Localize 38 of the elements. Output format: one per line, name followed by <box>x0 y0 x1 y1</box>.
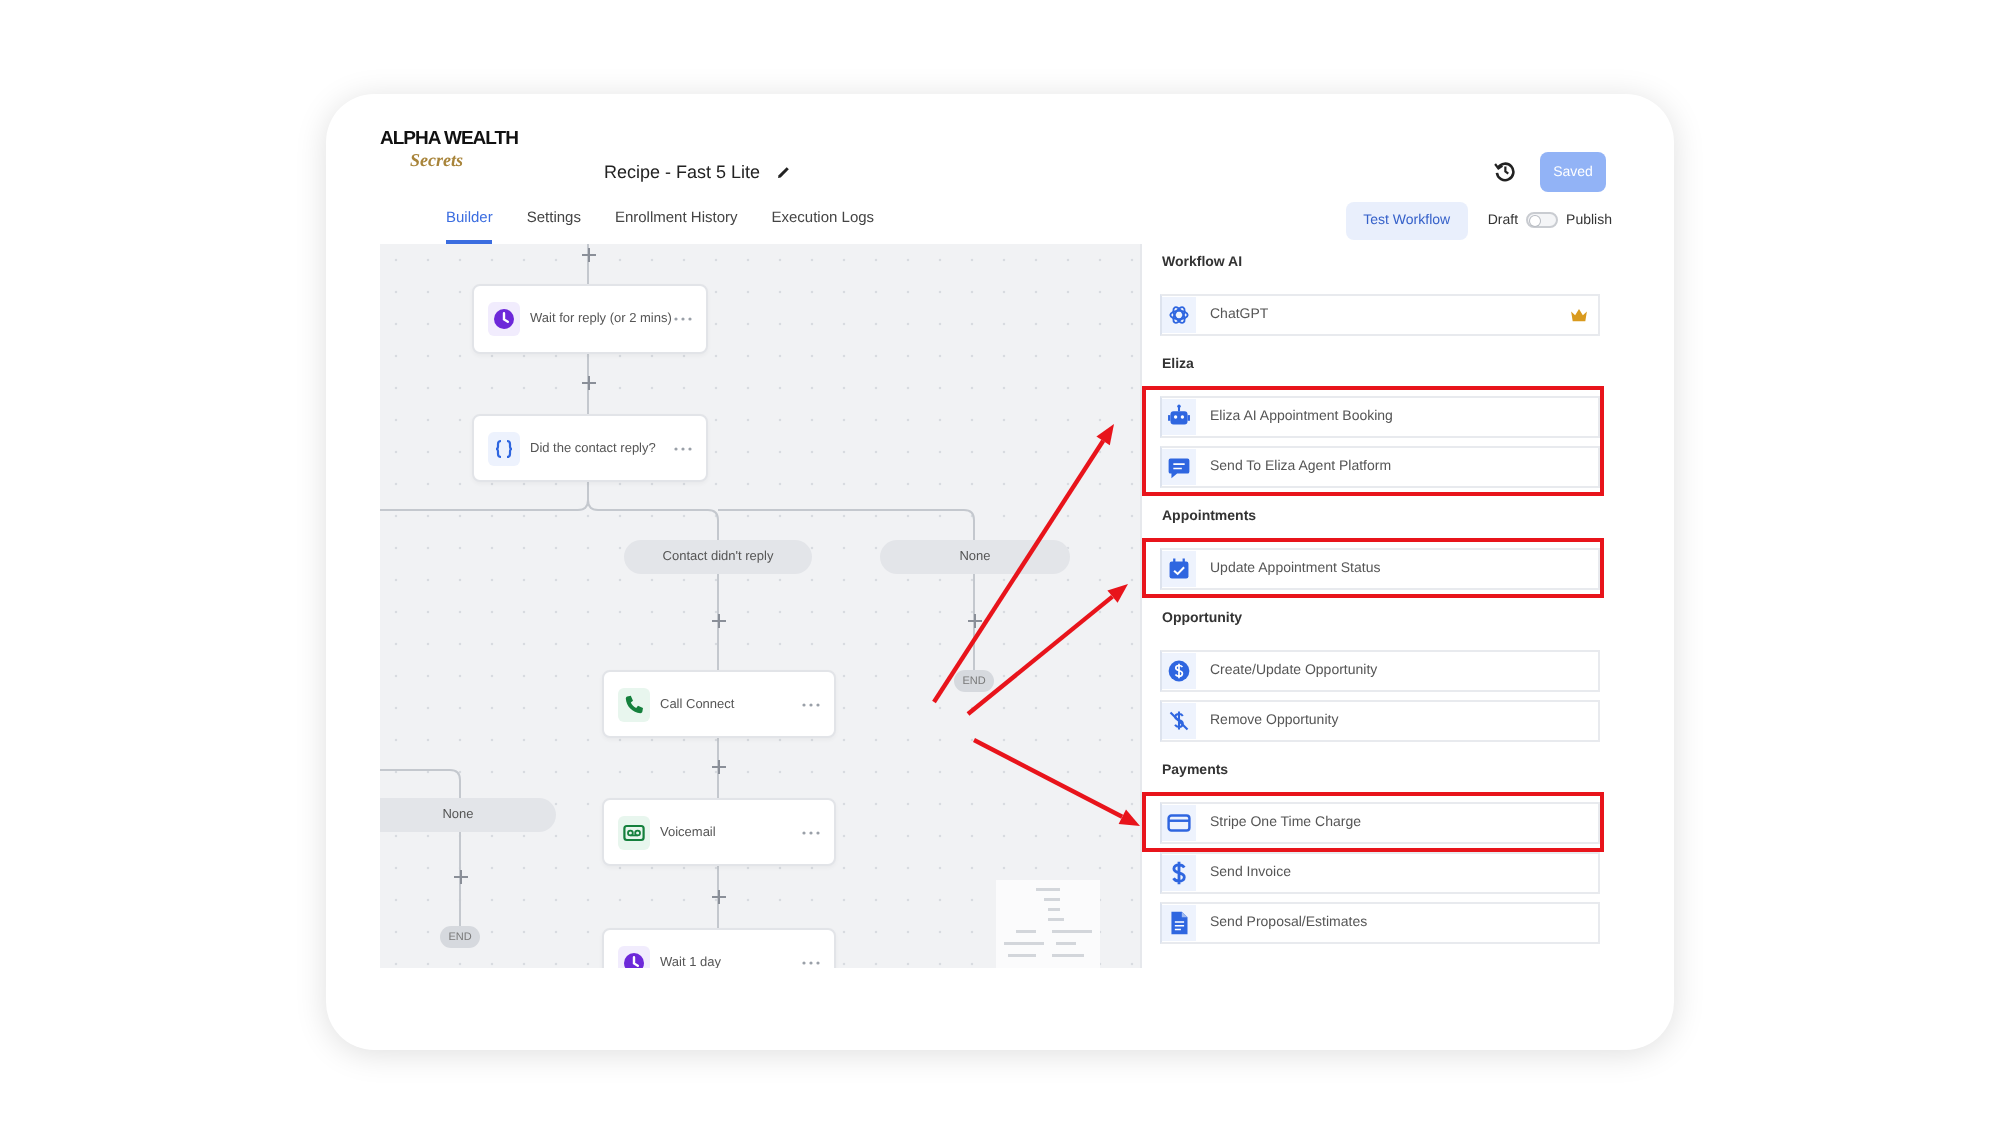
more-icon[interactable] <box>674 445 692 451</box>
history-icon[interactable] <box>1494 160 1516 182</box>
plus-icon[interactable] <box>711 613 725 627</box>
phone-icon <box>618 687 650 721</box>
slashed-dollar-icon <box>1162 702 1196 740</box>
braces-icon <box>488 431 520 465</box>
logo-tagline: Secrets <box>410 150 463 172</box>
calendar-check-icon <box>1162 550 1196 588</box>
logo-title: ALPHA WEALTH <box>380 128 518 150</box>
plus-icon[interactable] <box>453 869 467 883</box>
publish-toggle[interactable] <box>1526 212 1559 228</box>
workflow-title: Recipe - Fast 5 Lite <box>604 160 761 186</box>
dollar-icon <box>1162 854 1196 892</box>
plus-icon[interactable] <box>581 247 595 261</box>
atom-icon <box>1162 296 1196 334</box>
more-icon[interactable] <box>802 829 820 835</box>
connector-line <box>973 573 975 671</box>
chat-bubble-icon <box>1162 448 1196 486</box>
connector-line <box>380 769 461 799</box>
plus-icon[interactable] <box>967 613 981 627</box>
document-icon <box>1162 904 1196 942</box>
more-icon[interactable] <box>802 959 820 965</box>
plus-icon[interactable] <box>711 889 725 903</box>
pencil-icon[interactable] <box>778 166 791 178</box>
connector-line <box>717 737 719 799</box>
clock-icon <box>488 302 520 336</box>
more-icon[interactable] <box>802 701 820 707</box>
connector-line <box>717 573 719 671</box>
more-icon[interactable] <box>674 316 692 322</box>
connector-line <box>717 865 719 929</box>
voicemail-icon <box>618 815 650 849</box>
connector-line <box>459 831 461 927</box>
credit-card-icon <box>1162 804 1196 842</box>
plus-icon[interactable] <box>711 759 725 773</box>
connector-line <box>587 244 589 285</box>
connector-line <box>587 353 589 415</box>
plus-icon[interactable] <box>581 375 595 389</box>
robot-icon <box>1162 398 1196 436</box>
